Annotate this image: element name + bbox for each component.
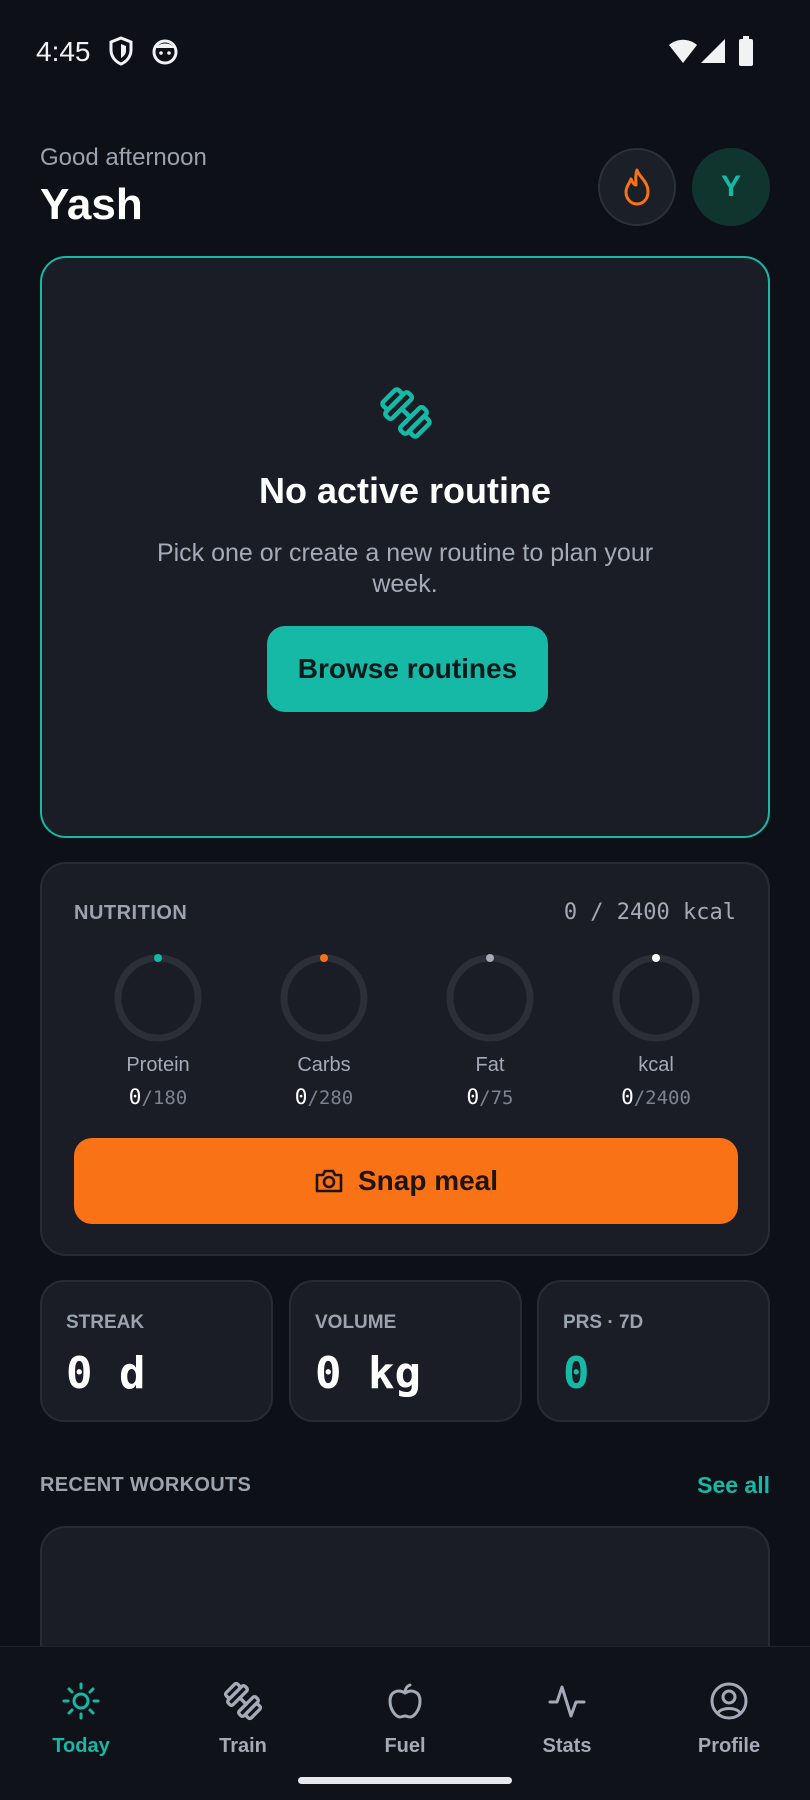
- macro-protein: Protein 0/180: [98, 952, 218, 1109]
- nutrition-label: NUTRITION: [74, 902, 188, 924]
- user-circle-icon: [710, 1682, 748, 1720]
- nav-label: Profile: [697, 1735, 761, 1757]
- kcal-ring: [612, 954, 700, 1042]
- stat-label: VOLUME: [315, 1312, 397, 1333]
- greeting: Good afternoon: [40, 144, 207, 171]
- macro-label: Fat: [475, 1054, 505, 1076]
- nav-label: Train: [219, 1735, 267, 1757]
- recent-workouts-label: RECENT WORKOUTS: [40, 1474, 252, 1496]
- nav-item-stats[interactable]: Stats: [507, 1681, 627, 1758]
- nutrition-total: 0 / 2400 kcal: [563, 900, 736, 925]
- macro-value: 0/180: [98, 1085, 218, 1109]
- status-bar: 4:45: [0, 0, 810, 104]
- macro-label: Carbs: [297, 1054, 351, 1076]
- streak-flame-button[interactable]: [598, 148, 676, 226]
- macro-target: /280: [307, 1087, 354, 1109]
- flame-icon: [624, 168, 650, 206]
- snap-meal-label: Snap meal: [357, 1165, 499, 1196]
- macro-label: kcal: [638, 1054, 674, 1076]
- browse-routines-button[interactable]: Browse routines: [267, 626, 548, 712]
- macro-kcal: kcal 0/2400: [596, 952, 716, 1109]
- nav-label: Fuel: [384, 1735, 426, 1757]
- stat-label: PRS · 7D: [563, 1312, 644, 1333]
- stat-card-streak: STREAK 0 d: [40, 1280, 273, 1422]
- see-all-link[interactable]: See all: [697, 1472, 770, 1499]
- wifi-icon: [669, 39, 697, 63]
- macro-target: /2400: [633, 1087, 691, 1109]
- snap-meal-button[interactable]: Snap meal: [74, 1138, 738, 1224]
- macro-current: 0: [466, 1085, 480, 1109]
- routine-description: Pick one or create a new routine to plan…: [156, 539, 654, 598]
- macro-carbs: Carbs 0/280: [264, 952, 384, 1109]
- routine-card: No active routine Pick one or create a n…: [40, 256, 770, 838]
- fat-ring: [446, 954, 534, 1042]
- nav-label: Today: [52, 1735, 110, 1757]
- macro-target: /75: [479, 1087, 514, 1109]
- stat-value: 0: [563, 1348, 590, 1399]
- protein-ring: [114, 954, 202, 1042]
- stat-card-volume: VOLUME 0 kg: [289, 1280, 522, 1422]
- activity-icon: [548, 1685, 586, 1718]
- nav-item-train[interactable]: Train: [183, 1681, 303, 1758]
- nav-item-fuel[interactable]: Fuel: [345, 1681, 465, 1758]
- macro-value: 0/75: [430, 1085, 550, 1109]
- macro-value: 0/2400: [596, 1085, 716, 1109]
- camera-icon: [315, 1169, 343, 1193]
- nav-label: Stats: [542, 1735, 592, 1757]
- apple-icon: [388, 1683, 422, 1719]
- user-name: Yash: [40, 180, 143, 229]
- routine-title: No active routine: [258, 470, 552, 511]
- stat-value: 0 d: [66, 1348, 146, 1399]
- macro-fat: Fat 0/75: [430, 952, 550, 1109]
- dumbbell-icon: [380, 387, 432, 439]
- dumbbell-icon: [223, 1681, 263, 1721]
- app-notification-icon: [152, 39, 178, 65]
- avatar-initial: Y: [720, 170, 741, 203]
- signal-icon: [701, 39, 725, 63]
- carbs-ring: [280, 954, 368, 1042]
- macro-current: 0: [621, 1085, 634, 1109]
- nutrition-card: NUTRITION 0 / 2400 kcal Protein 0/180 Ca…: [40, 862, 770, 1256]
- stat-label: STREAK: [66, 1312, 145, 1333]
- nav-item-profile[interactable]: Profile: [669, 1681, 789, 1758]
- macro-label: Protein: [126, 1054, 190, 1076]
- bottom-nav: Today Train Fuel Stats Profile: [0, 1646, 810, 1800]
- sun-icon: [62, 1682, 100, 1720]
- macro-current: 0: [294, 1085, 308, 1109]
- nav-item-today[interactable]: Today: [21, 1681, 141, 1758]
- stat-value: 0 kg: [315, 1348, 421, 1399]
- home-indicator[interactable]: [298, 1777, 512, 1784]
- status-time: 4:45: [36, 36, 91, 67]
- stat-card-prs: PRS · 7D 0: [537, 1280, 770, 1422]
- shield-icon: [109, 36, 133, 66]
- avatar[interactable]: Y: [692, 148, 770, 226]
- browse-routines-label: Browse routines: [297, 653, 518, 684]
- macro-current: 0: [128, 1085, 142, 1109]
- macro-target: /180: [141, 1087, 188, 1109]
- macro-value: 0/280: [264, 1085, 384, 1109]
- battery-icon: [739, 36, 753, 66]
